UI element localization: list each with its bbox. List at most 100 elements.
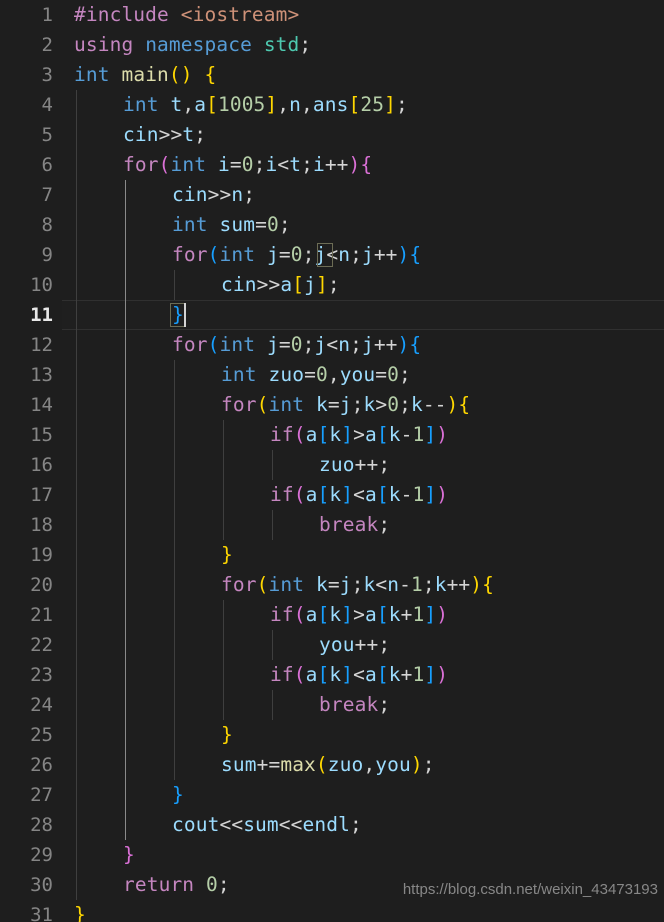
code-line-text: int sum=0;: [172, 210, 291, 240]
code-line-6[interactable]: for(int i=0;i<t;i++){: [0, 150, 664, 180]
line-number-8[interactable]: 8: [0, 210, 53, 240]
token: ++;: [354, 633, 391, 656]
line-number-9[interactable]: 9: [0, 240, 53, 270]
token: i: [312, 153, 325, 176]
token: =: [375, 363, 388, 386]
code-line-14[interactable]: for(int k=j;k>0;k--){: [0, 390, 664, 420]
code-line-2[interactable]: using namespace std;: [0, 30, 664, 60]
line-number-2[interactable]: 2: [0, 30, 53, 60]
token: zuo: [327, 753, 364, 776]
line-number-24[interactable]: 24: [0, 690, 53, 720]
token: ): [397, 243, 410, 266]
token: ;: [350, 243, 362, 266]
token: =: [278, 243, 291, 266]
code-line-24[interactable]: break;: [0, 690, 664, 720]
line-number-16[interactable]: 16: [0, 450, 53, 480]
code-line-11[interactable]: }: [0, 300, 664, 330]
line-number-1[interactable]: 1: [0, 0, 53, 30]
code-line-text: int t,a[1005],n,ans[25];: [123, 90, 408, 120]
code-line-text: zuo++;: [319, 450, 390, 480]
line-number-19[interactable]: 19: [0, 540, 53, 570]
token: k: [315, 573, 328, 596]
code-content[interactable]: #include <iostream> using namespace std; i…: [0, 0, 664, 922]
token: using: [74, 33, 134, 56]
code-line-25[interactable]: }: [0, 720, 664, 750]
code-line-28[interactable]: cout<<sum<<endl;: [0, 810, 664, 840]
code-line-31[interactable]: }: [0, 900, 664, 922]
token: =: [304, 363, 316, 386]
token: ;: [243, 183, 256, 206]
line-number-20[interactable]: 20: [0, 570, 53, 600]
line-number-25[interactable]: 25: [0, 720, 53, 750]
token: [: [317, 483, 330, 506]
line-number-7[interactable]: 7: [0, 180, 53, 210]
code-line-9[interactable]: for(int j=0;j<n;j++){: [0, 240, 664, 270]
line-number-29[interactable]: 29: [0, 840, 53, 870]
token: <: [326, 333, 339, 356]
line-number-26[interactable]: 26: [0, 750, 53, 780]
token: ): [348, 153, 361, 176]
code-editor[interactable]: #include <iostream> using namespace std; i…: [0, 0, 664, 922]
code-line-13[interactable]: int zuo=0,you=0;: [0, 360, 664, 390]
code-line-18[interactable]: break;: [0, 510, 664, 540]
line-number-gutter[interactable]: 1 2 3 4 5 6 7 8 9 10 11 12 13 14 15 16 17 18 19 20 21 22 23 24 2…: [0, 0, 62, 922]
line-number-22[interactable]: 22: [0, 630, 53, 660]
code-line-27[interactable]: }: [0, 780, 664, 810]
token: -: [400, 483, 413, 506]
token: [: [376, 483, 389, 506]
line-number-28[interactable]: 28: [0, 810, 53, 840]
line-number-3[interactable]: 3: [0, 60, 53, 90]
token: ++;: [354, 453, 391, 476]
token: int: [170, 153, 207, 176]
line-number-13[interactable]: 13: [0, 360, 53, 390]
code-line-15[interactable]: if(a[k]>a[k-1]): [0, 420, 664, 450]
line-number-21[interactable]: 21: [0, 600, 53, 630]
code-line-text: for(int k=j;k>0;k--){: [221, 390, 470, 420]
token: ++: [373, 243, 398, 266]
line-number-30[interactable]: 30: [0, 870, 53, 900]
code-line-text: break;: [319, 510, 390, 540]
token: ;: [351, 393, 364, 416]
line-number-27[interactable]: 27: [0, 780, 53, 810]
token: -: [399, 573, 411, 596]
line-number-6[interactable]: 6: [0, 150, 53, 180]
line-number-11[interactable]: 11: [0, 300, 53, 330]
code-line-22[interactable]: you++;: [0, 630, 664, 660]
code-line-8[interactable]: int sum=0;: [0, 210, 664, 240]
code-line-26[interactable]: sum+=max(zuo,you);: [0, 750, 664, 780]
code-line-5[interactable]: cin>>t;: [0, 120, 664, 150]
line-number-18[interactable]: 18: [0, 510, 53, 540]
line-number-4[interactable]: 4: [0, 90, 53, 120]
token: n: [338, 243, 351, 266]
token: cout: [172, 813, 220, 836]
token: a: [364, 423, 377, 446]
code-line-20[interactable]: for(int k=j;k<n-1;k++){: [0, 570, 664, 600]
code-line-3[interactable]: int main() {: [0, 60, 664, 90]
line-number-15[interactable]: 15: [0, 420, 53, 450]
token: =: [278, 333, 291, 356]
token: [: [206, 93, 218, 116]
line-number-14[interactable]: 14: [0, 390, 53, 420]
code-line-1[interactable]: #include <iostream>: [0, 0, 664, 30]
code-line-29[interactable]: }: [0, 840, 664, 870]
token: ]: [315, 273, 328, 296]
line-number-5[interactable]: 5: [0, 120, 53, 150]
code-line-19[interactable]: }: [0, 540, 664, 570]
code-line-12[interactable]: for(int j=0;j<n;j++){: [0, 330, 664, 360]
line-number-23[interactable]: 23: [0, 660, 53, 690]
line-number-17[interactable]: 17: [0, 480, 53, 510]
code-line-4[interactable]: int t,a[1005],n,ans[25];: [0, 90, 664, 120]
code-line-16[interactable]: zuo++;: [0, 450, 664, 480]
line-number-10[interactable]: 10: [0, 270, 53, 300]
token: ;: [327, 273, 340, 296]
code-line-17[interactable]: if(a[k]<a[k-1]): [0, 480, 664, 510]
token: j: [314, 333, 327, 356]
code-line-7[interactable]: cin>>n;: [0, 180, 664, 210]
line-number-12[interactable]: 12: [0, 330, 53, 360]
code-line-23[interactable]: if(a[k]<a[k+1]): [0, 660, 664, 690]
code-line-text: for(int i=0;i<t;i++){: [123, 150, 372, 180]
code-line-21[interactable]: if(a[k]>a[k+1]): [0, 600, 664, 630]
code-line-10[interactable]: cin>>a[j];: [0, 270, 664, 300]
line-number-31[interactable]: 31: [0, 900, 53, 922]
